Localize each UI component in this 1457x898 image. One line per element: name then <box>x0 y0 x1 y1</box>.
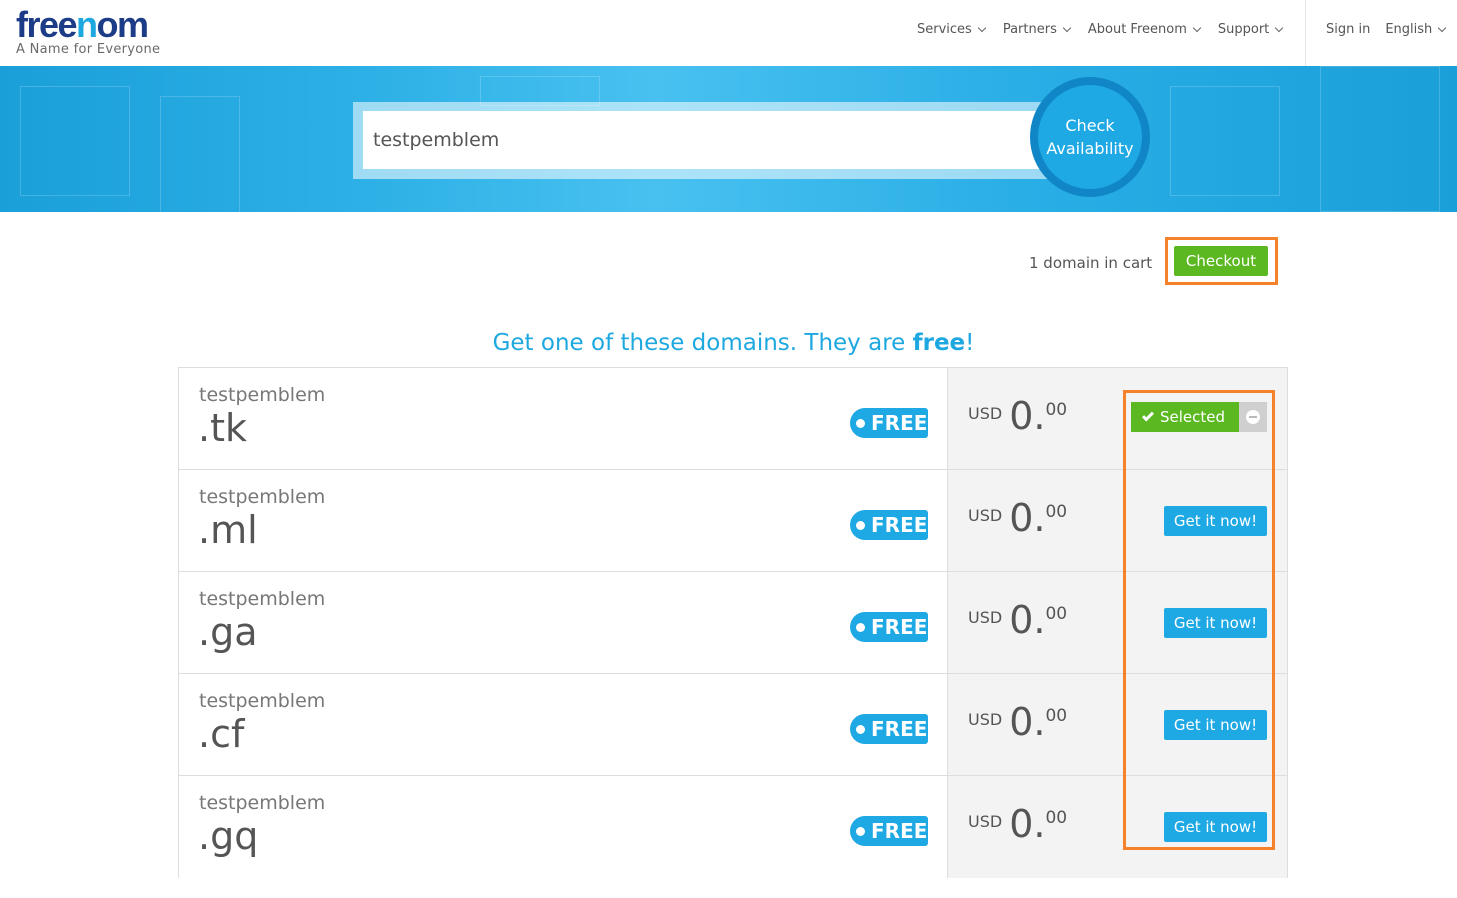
check-availability-button[interactable]: Check Availability <box>1038 85 1142 189</box>
price-currency: USD <box>968 710 1003 729</box>
chevron-down-icon <box>1192 23 1202 32</box>
nav-divider <box>1305 0 1306 66</box>
price-currency: USD <box>968 506 1003 525</box>
badge-dot-icon <box>856 418 865 428</box>
check-label-line1: Check <box>1065 116 1115 135</box>
domain-row-cf: testpemblem .cf FREE USD 0. 00 Get it now! <box>179 674 1287 776</box>
account-nav: Sign in English <box>1326 22 1457 37</box>
price-currency: USD <box>968 608 1003 627</box>
domain-row-ga: testpemblem .ga FREE USD 0. 00 Get it now! <box>179 572 1287 674</box>
free-badge: FREE <box>850 816 928 846</box>
free-badge-label: FREE <box>871 513 928 537</box>
banner-decoration <box>1320 66 1440 212</box>
domain-info: testpemblem .tk FREE <box>179 368 948 469</box>
chevron-down-icon <box>1438 23 1447 32</box>
domain-name: testpemblem <box>199 690 326 712</box>
price-integer: 0. <box>1009 598 1046 642</box>
main-nav: Services Partners About Freenom Support <box>917 22 1300 37</box>
title-suffix: ! <box>965 330 975 356</box>
title-bold: free <box>912 330 966 356</box>
checkout-button[interactable]: Checkout <box>1174 246 1268 276</box>
domain-tld: .ml <box>198 508 258 552</box>
check-label-line2: Availability <box>1046 139 1134 158</box>
price-decimal: 00 <box>1045 400 1068 420</box>
free-badge-label: FREE <box>871 411 928 435</box>
title-prefix: Get one of these domains. They are <box>492 330 913 356</box>
domain-name: testpemblem <box>199 792 326 814</box>
domain-name: testpemblem <box>199 588 326 610</box>
free-badge: FREE <box>850 714 928 744</box>
badge-dot-icon <box>856 826 865 836</box>
price-integer: 0. <box>1009 700 1046 744</box>
chevron-down-icon <box>1062 23 1072 32</box>
free-badge-label: FREE <box>871 819 928 843</box>
banner-decoration <box>20 86 130 196</box>
nav-about[interactable]: About Freenom <box>1087 22 1202 37</box>
badge-dot-icon <box>856 622 865 632</box>
domain-price: USD 0. 00 <box>968 700 1067 744</box>
domain-row-gq: testpemblem .gq FREE USD 0. 00 Get it now! <box>179 776 1287 878</box>
nav-support-label: Support <box>1217 22 1270 37</box>
price-decimal: 00 <box>1045 808 1068 828</box>
domain-search-input[interactable] <box>363 111 1043 169</box>
freenom-logo[interactable]: freenom A Name for Everyone <box>16 4 161 58</box>
sign-in-label: Sign in <box>1326 22 1371 37</box>
domain-price: USD 0. 00 <box>968 598 1067 642</box>
domain-results-table: testpemblem .tk FREE USD 0. 00 Selected te… <box>178 367 1288 878</box>
cart-count: 1 domain in cart <box>1029 254 1153 272</box>
language-label: English <box>1385 22 1433 37</box>
language-selector[interactable]: English <box>1385 22 1447 37</box>
domain-row-ml: testpemblem .ml FREE USD 0. 00 Get it now! <box>179 470 1287 572</box>
domain-price: USD 0. 00 <box>968 496 1067 540</box>
action-column-highlight <box>1123 390 1275 850</box>
price-decimal: 00 <box>1045 604 1068 624</box>
domain-price: USD 0. 00 <box>968 802 1067 846</box>
nav-partners-label: Partners <box>1002 22 1057 37</box>
nav-partners[interactable]: Partners <box>1002 22 1072 37</box>
free-badge: FREE <box>850 612 928 642</box>
nav-services-label: Services <box>917 22 972 37</box>
domain-tld: .tk <box>198 406 247 450</box>
free-badge-label: FREE <box>871 717 928 741</box>
domain-tld: .cf <box>198 712 245 756</box>
price-decimal: 00 <box>1045 502 1068 522</box>
domain-info: testpemblem .gq FREE <box>179 776 948 878</box>
chevron-down-icon <box>977 23 987 32</box>
domain-tld: .gq <box>198 814 259 858</box>
free-badge: FREE <box>850 510 928 540</box>
logo-tagline: A Name for Everyone <box>16 42 161 57</box>
logo-wordmark: freenom <box>16 4 149 45</box>
domain-info: testpemblem .ga FREE <box>179 572 948 673</box>
domain-name: testpemblem <box>199 486 326 508</box>
banner-decoration <box>1170 86 1280 196</box>
price-integer: 0. <box>1009 802 1046 846</box>
price-currency: USD <box>968 812 1003 831</box>
nav-about-label: About Freenom <box>1087 22 1187 37</box>
price-decimal: 00 <box>1045 706 1068 726</box>
banner-decoration <box>160 96 240 212</box>
domain-row-tk: testpemblem .tk FREE USD 0. 00 Selected <box>179 368 1287 470</box>
price-currency: USD <box>968 404 1003 423</box>
domain-info: testpemblem .ml FREE <box>179 470 948 571</box>
badge-dot-icon <box>856 724 865 734</box>
nav-support[interactable]: Support <box>1217 22 1284 37</box>
section-title: Get one of these domains. They are free! <box>0 330 1457 356</box>
price-integer: 0. <box>1009 394 1046 438</box>
chevron-down-icon <box>1275 23 1284 32</box>
free-badge-label: FREE <box>871 615 928 639</box>
domain-info: testpemblem .cf FREE <box>179 674 948 775</box>
price-integer: 0. <box>1009 496 1046 540</box>
badge-dot-icon <box>856 520 865 530</box>
domain-price: USD 0. 00 <box>968 394 1067 438</box>
sign-in-link[interactable]: Sign in <box>1326 22 1370 37</box>
nav-services[interactable]: Services <box>917 22 987 37</box>
site-header: freenom A Name for Everyone Services Par… <box>0 0 1457 66</box>
domain-tld: .ga <box>198 610 258 654</box>
domain-name: testpemblem <box>199 384 326 406</box>
free-badge: FREE <box>850 408 928 438</box>
